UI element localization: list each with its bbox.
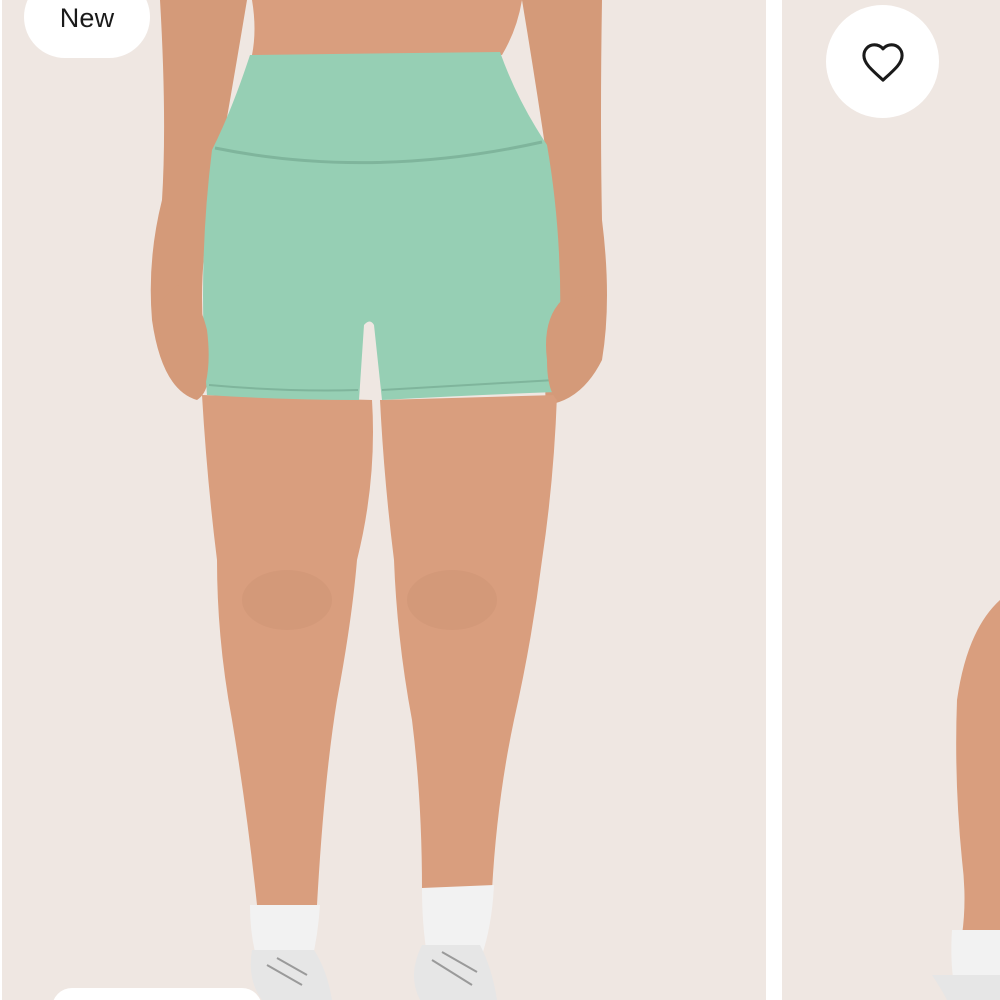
product-card-next[interactable] <box>782 0 1000 1000</box>
product-image-next <box>932 600 1000 1000</box>
product-card[interactable]: New <box>2 0 766 1000</box>
product-carousel: New <box>0 0 1000 1000</box>
quick-add-pill[interactable] <box>52 988 262 1000</box>
new-badge: New <box>24 0 150 58</box>
wishlist-button[interactable] <box>826 5 939 118</box>
heart-outline-icon <box>861 42 904 82</box>
product-image <box>150 0 607 1000</box>
